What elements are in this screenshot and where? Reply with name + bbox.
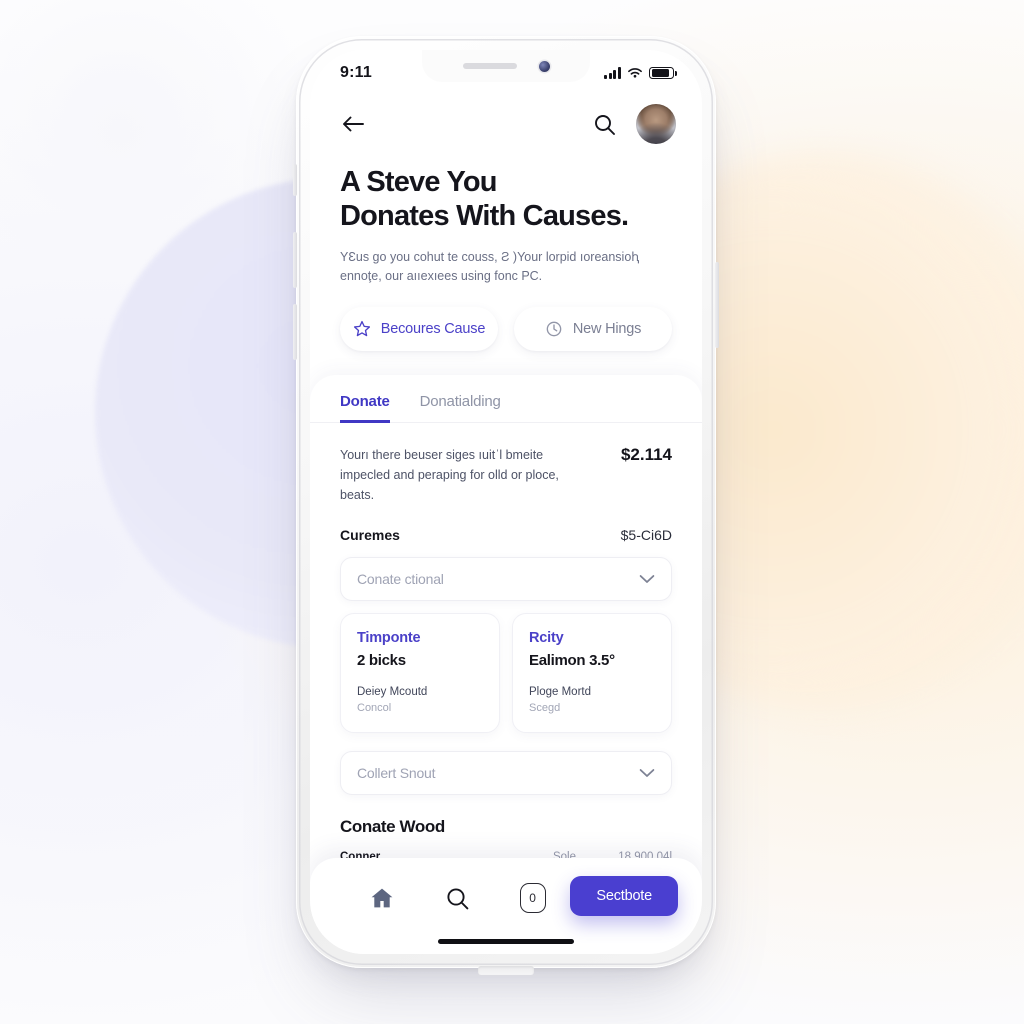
top-navigation-bar [310,96,702,144]
cellular-bars-icon [604,67,621,79]
description-amount: $2.114 [620,444,672,464]
card-rcity[interactable]: Rcity Ealimon 3.5° Ploge Mortd Scegd [512,612,672,733]
page-title-line-1: A Steve You [340,166,497,198]
description-text: Yourı there beuser siges ıuitˈl bmeite i… [340,445,595,505]
tab-bar: Donate Donatialding [310,375,702,423]
summary-value: $5-Ci6D [620,526,672,543]
quick-action-chips: Becoures Cause New Hings [310,287,702,351]
chip-label: New Hings [572,320,642,337]
card-value: Ealimon 3.5° [529,651,615,669]
page-title-line-2: Donates With Causes. [340,199,629,232]
home-icon [371,888,393,908]
back-button[interactable] [340,114,366,134]
card-key: Timponte [357,629,421,646]
volume-down-button[interactable] [293,304,297,360]
sectbote-button[interactable]: Sectbote [570,876,678,916]
volume-up-button[interactable] [293,232,297,288]
star-icon [353,320,370,336]
card-sub-primary: Deiey Mcoutd [357,685,428,698]
front-camera-icon [538,60,550,72]
status-bar-clock: 9:11 [340,64,372,81]
arrow-left-icon [343,116,364,132]
clock-icon [546,321,562,336]
home-indicator[interactable] [438,939,574,944]
page-subtitle-line-2: ennoţe, our aııexıees using fonс РС. [340,269,543,284]
phone-device-frame: 9:11 A Steve You Donates With Causes. YƐ… [293,36,719,975]
search-button[interactable] [593,113,616,136]
description-row: Yourı there beuser siges ıuitˈl bmeite i… [310,423,702,505]
summary-label: Curemes [340,526,400,543]
device-notch [422,50,590,82]
select-collert-snout[interactable]: Collert Snout [340,750,672,795]
chip-becoures-cause[interactable]: Becoures Cause [340,306,498,351]
bottom-nav-badge[interactable]: 0 [495,876,570,920]
page-subtitle: YƐus go you cohut te couss, Ƨ )Your lorp… [340,248,672,287]
table-section-title: Conate Wood [340,816,445,836]
battery-icon [649,66,677,80]
page-subtitle-line-1: YƐus go you cohut te couss, Ƨ )Your lorp… [340,249,640,264]
chip-new-hings[interactable]: New Hings [514,306,672,351]
tab-donate[interactable]: Donate [340,393,390,423]
bottom-nav-home[interactable] [344,876,419,920]
search-icon [595,114,615,135]
card-timponte[interactable]: Timponte 2 bicks Deiey Mcoutd Concol [340,612,500,733]
search-icon [447,887,469,909]
card-value: 2 bicks [357,651,406,669]
chip-label: Becoures Cause [380,320,486,337]
card-key: Rcity [529,629,564,646]
phone-screen: 9:11 A Steve You Donates With Causes. YƐ… [310,50,702,954]
content-sheet: Donate Donatialding Yourı there beuser s… [310,374,702,895]
chevron-down-icon [639,574,655,583]
status-bar-icons [604,66,677,80]
card-sub-primary: Ploge Mortd [529,685,592,698]
avatar[interactable] [636,104,676,144]
wifi-icon [628,68,642,78]
charging-port [478,966,534,975]
bottom-nav-search[interactable] [419,876,494,920]
select-conate-ctional[interactable]: Conate ctional [340,556,672,601]
power-button[interactable] [715,262,719,348]
badge-count: 0 [519,883,546,913]
earpiece-speaker [462,63,517,69]
select-placeholder: Collert Snout [357,764,436,781]
chevron-down-icon [639,768,655,777]
card-sub-secondary: Concol [357,701,392,714]
card-sub-secondary: Scegd [529,701,561,714]
hero-section: A Steve You Donates With Causes. YƐus go… [310,144,702,287]
info-cards: Timponte 2 bicks Deiey Mcoutd Concol Rci… [310,601,702,733]
silent-switch[interactable] [293,164,297,196]
page-title: A Steve You Donates With Causes. [340,166,672,234]
select-placeholder: Conate ctional [357,570,444,587]
top-nav-actions [593,104,676,144]
summary-row: Curemes $5-Ci6D [310,505,702,543]
tab-donatialding[interactable]: Donatialding [420,393,501,423]
